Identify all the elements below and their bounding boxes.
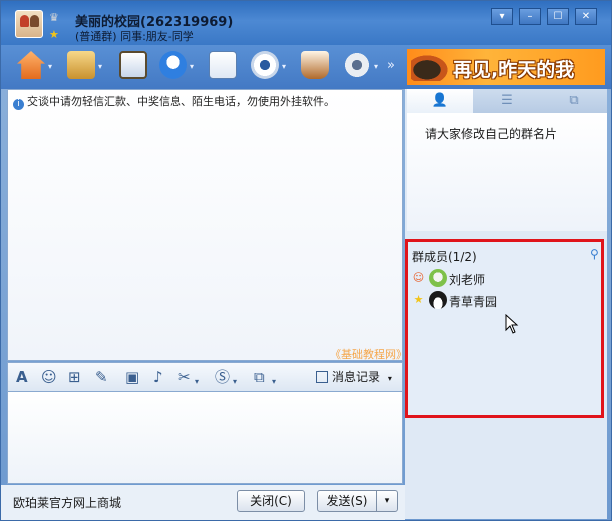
edit-icon[interactable]: ✎ [95,369,108,386]
bottom-bar: 欧珀莱官方网上商城 关闭(C) 发送(S) ▾ [1,485,405,520]
title-bar[interactable]: ♛ ★ 美丽的校园(262319969) (普通群) 同事:朋友-同学 ▾ – … [1,1,611,45]
ad-link[interactable]: 欧珀莱官方网上商城 [13,494,121,511]
message-record-label: 消息记录 [332,370,381,384]
announcement-text: 请大家修改自己的群名片 [425,127,558,141]
chevron-down-icon[interactable]: ▾ [374,62,378,71]
chevron-down-icon[interactable]: ▾ [98,62,102,71]
side-panel: 👤 ☰ ⧉ 请大家修改自己的群名片 群成员(1/2) ⚲ ☺ 刘老师 ★ 青草青… [405,89,607,519]
window-menu-button[interactable]: ▾ [491,8,513,25]
minimize-button[interactable]: – [519,8,541,25]
magic-face-icon[interactable]: ⊞ [68,369,81,386]
voice-chat-icon[interactable] [159,51,187,79]
chevron-down-icon[interactable]: ▾ [48,62,52,71]
chevron-down-icon[interactable]: ▾ [190,62,194,71]
admin-star-icon: ★ [413,293,424,306]
maximize-button[interactable]: ☐ [547,8,569,25]
toolbar: ▾ ▾ ▾ ▾ ▾ » 再见,昨天的我 [1,45,611,89]
penguin-avatar-icon [429,291,447,309]
chevron-down-icon[interactable]: ▾ [233,373,237,390]
tab-members[interactable]: 👤 [407,89,473,113]
chevron-down-icon[interactable]: ▾ [282,62,286,71]
settings-gear-icon[interactable] [343,51,371,79]
group-subtitle: (普通群) 同事:朋友-同学 [75,30,194,43]
group-album-icon[interactable] [119,51,147,79]
group-share-folder-icon[interactable] [67,51,95,79]
more-tools-icon[interactable]: » [387,58,395,73]
member-name: 青草青园 [449,295,498,309]
chevron-down-icon[interactable]: ▾ [195,373,199,390]
star-icon: ★ [49,28,59,41]
avatar [429,269,447,287]
banner-text: 再见,昨天的我 [453,59,575,81]
member-list-header: 群成员(1/2) [412,250,477,264]
close-window-button[interactable]: ✕ [575,8,597,25]
sogou-icon[interactable]: Ⓢ [215,369,230,386]
group-notice-icon[interactable] [209,51,237,79]
tab-list[interactable]: ☰ [474,89,540,113]
member-item[interactable]: ☺ 刘老师 [412,268,597,288]
security-notice: i 交谈中请勿轻信汇款、中奖信息、陌生电话，勿使用外挂软件。 [13,93,335,110]
side-tabs: 👤 ☰ ⧉ [407,89,607,113]
send-options-button[interactable]: ▾ [376,490,398,512]
chat-history[interactable]: i 交谈中请勿轻信汇款、中奖信息、陌生电话，勿使用外挂软件。 《基础教程网》 [7,89,407,361]
ad-banner[interactable]: 再见,昨天的我 [407,49,605,85]
music-icon[interactable]: ♪ [153,369,163,386]
format-toolbar: A ☺ ⊞ ✎ ▣ ♪ ✂ ▾ Ⓢ ▾ ⧉ ▾ 消息记录 ▾ [7,362,403,392]
coffee-app-icon[interactable] [301,51,329,79]
watermark: 《基础教程网》 [330,348,407,361]
info-icon: i [13,99,24,110]
group-home-icon[interactable] [17,51,45,79]
emoticon-icon[interactable]: ☺ [41,369,57,386]
image-icon[interactable]: ▣ [125,369,139,386]
screenshot-icon[interactable]: ✂ [178,369,191,386]
member-name: 刘老师 [449,273,486,287]
message-input[interactable] [7,392,403,484]
mouse-cursor-icon [505,313,519,334]
chevron-down-icon: ▾ [387,374,392,383]
security-notice-text: 交谈中请勿轻信汇款、中奖信息、陌生电话，勿使用外挂软件。 [27,95,335,108]
font-icon[interactable]: A [16,369,28,386]
chat-tools-icon[interactable]: ⧉ [254,369,265,386]
tab-windows[interactable]: ⧉ [541,89,607,113]
video-chat-icon[interactable] [251,51,279,79]
banner-logo-icon [411,53,451,81]
chevron-down-icon[interactable]: ▾ [272,373,276,390]
message-record-button[interactable]: 消息记录 ▾ [312,368,396,388]
group-announcement: 请大家修改自己的群名片 [407,113,607,231]
crown-icon: ♛ [49,11,59,24]
qq-group-chat-window: ♛ ★ 美丽的校园(262319969) (普通群) 同事:朋友-同学 ▾ – … [0,0,612,521]
owner-badge-icon: ☺ [412,271,425,284]
group-avatar[interactable] [15,10,43,38]
close-button[interactable]: 关闭(C) [237,490,305,512]
member-item[interactable]: ★ 青草青园 [412,290,597,310]
history-icon [316,371,328,383]
search-icon[interactable]: ⚲ [590,247,599,261]
send-button[interactable]: 发送(S) [317,490,377,512]
